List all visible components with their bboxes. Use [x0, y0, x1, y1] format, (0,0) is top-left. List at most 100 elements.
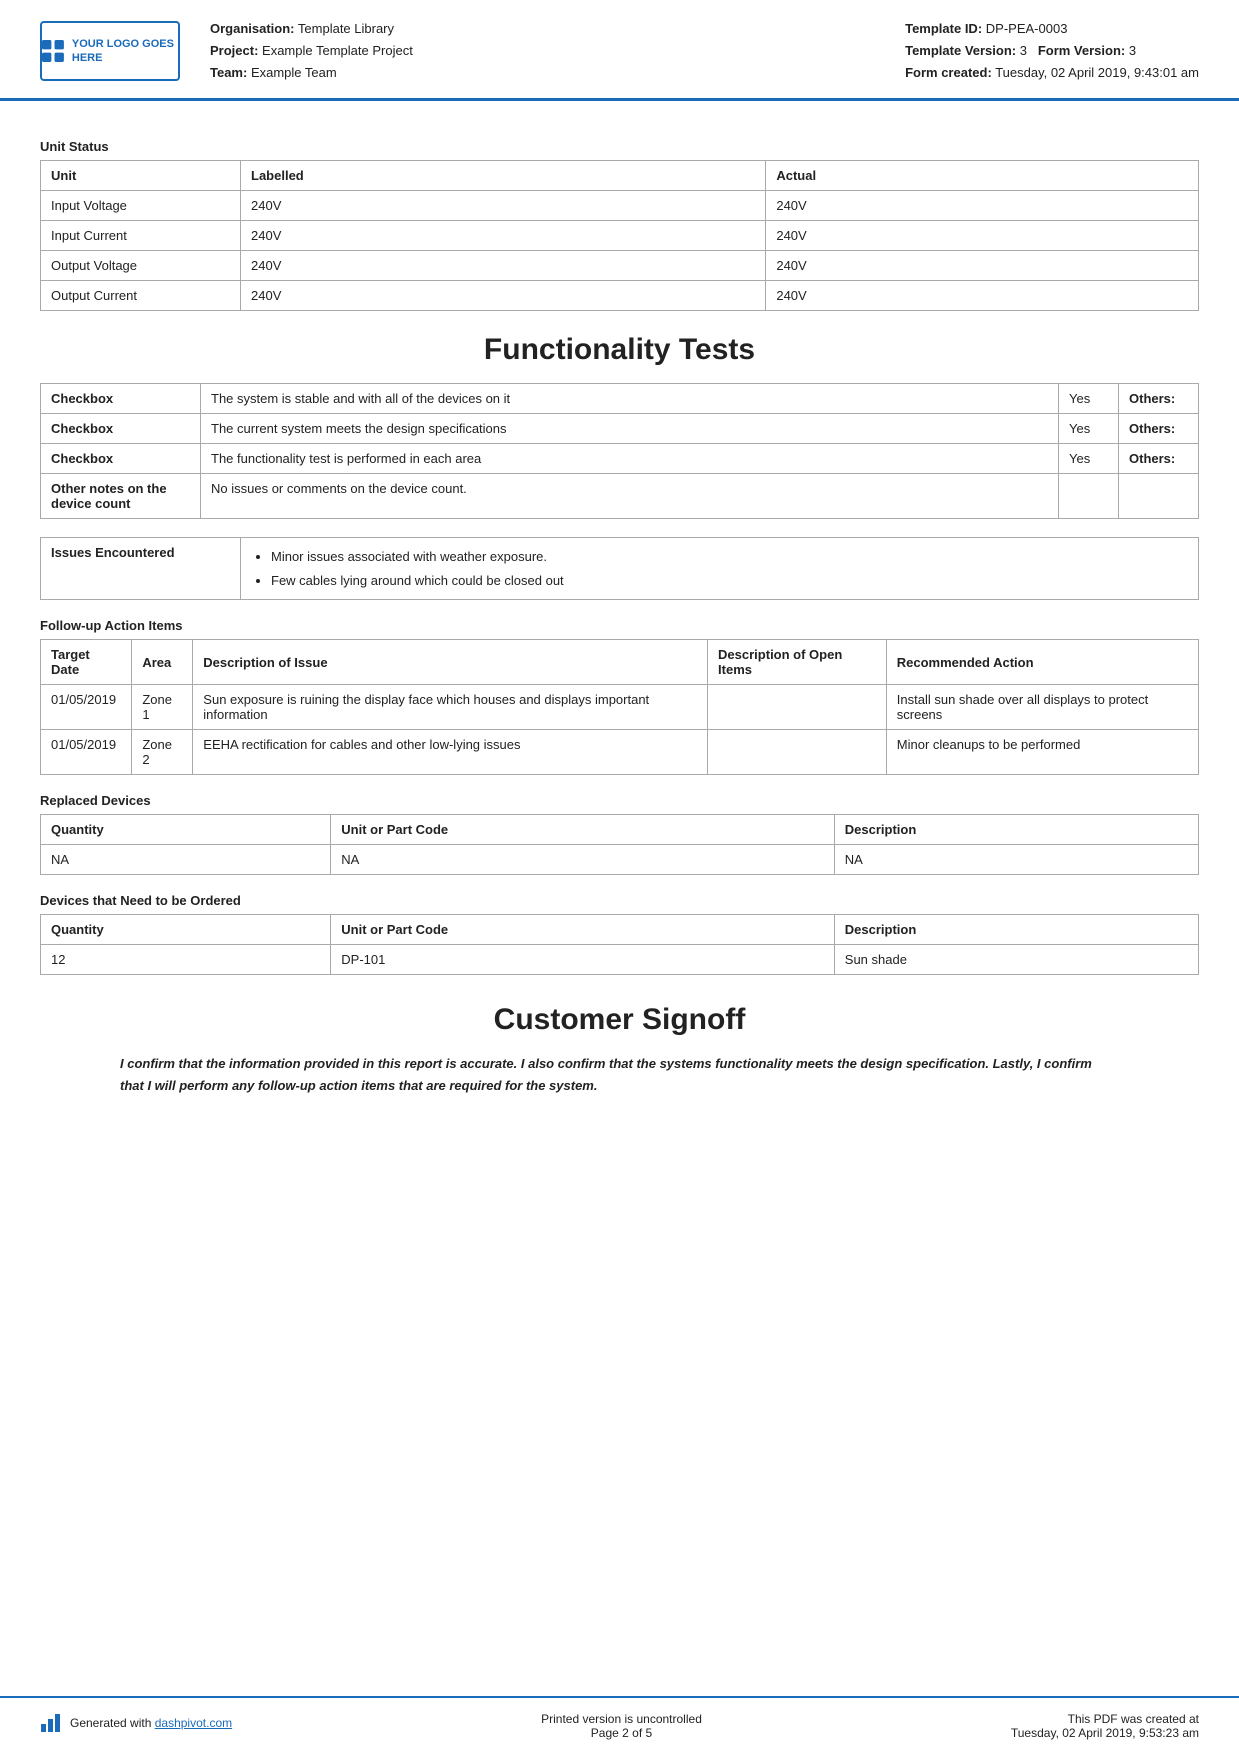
ordered-cell: DP-101 [331, 945, 835, 975]
followup-target_date: 01/05/2019 [41, 685, 132, 730]
labelled-col-header: Labelled [241, 161, 766, 191]
func-description: The system is stable and with all of the… [201, 384, 1059, 414]
ordered-header-row: Quantity Unit or Part Code Description [41, 915, 1199, 945]
logo-box: YOUR LOGO GOES HERE [40, 21, 180, 81]
followup-body: 01/05/2019Zone 1Sun exposure is ruining … [41, 685, 1199, 775]
ordered-devices-title: Devices that Need to be Ordered [40, 893, 1199, 908]
func-others [1119, 474, 1199, 519]
header-middle: Organisation: Template Library Project: … [210, 18, 905, 84]
pdf-label: This PDF was created at [1011, 1712, 1199, 1726]
followup-area: Zone 2 [132, 730, 193, 775]
logo-icon [42, 37, 64, 65]
footer: Generated with dashpivot.com Printed ver… [0, 1696, 1239, 1754]
func-value: Yes [1059, 444, 1119, 474]
issue-item: Minor issues associated with weather exp… [271, 545, 1188, 568]
replaced-devices-table: Quantity Unit or Part Code Description N… [40, 814, 1199, 875]
unit-status-cell: 240V [766, 251, 1199, 281]
followup-th-date: Target Date [41, 640, 132, 685]
generated-text: Generated with [70, 1716, 151, 1730]
dashpivot-link[interactable]: dashpivot.com [155, 1716, 232, 1730]
ordered-cell: Sun shade [834, 945, 1198, 975]
version-line: Template Version: 3 Form Version: 3 [905, 40, 1199, 62]
org-value: Template Library [298, 21, 394, 36]
followup-target_date: 01/05/2019 [41, 730, 132, 775]
func-description: No issues or comments on the device coun… [201, 474, 1059, 519]
replaced-row: NANANA [41, 845, 1199, 875]
ordered-th-desc: Description [834, 915, 1198, 945]
func-description: The functionality test is performed in e… [201, 444, 1059, 474]
page: YOUR LOGO GOES HERE Organisation: Templa… [0, 0, 1239, 1754]
template-id-label: Template ID: [905, 21, 982, 36]
func-description: The current system meets the design spec… [201, 414, 1059, 444]
footer-left: Generated with dashpivot.com [40, 1712, 232, 1734]
template-id-value: DP-PEA-0003 [986, 21, 1068, 36]
team-value: Example Team [251, 65, 337, 80]
unit-status-body: Input Voltage240V240VInput Current240V24… [41, 191, 1199, 311]
unit-status-cell: Input Voltage [41, 191, 241, 221]
uncontrolled-text: Printed version is uncontrolled [541, 1712, 702, 1726]
unit-status-row: Output Current240V240V [41, 281, 1199, 311]
func-body: CheckboxThe system is stable and with al… [41, 384, 1199, 519]
template-id-line: Template ID: DP-PEA-0003 [905, 18, 1199, 40]
ordered-row: 12DP-101Sun shade [41, 945, 1199, 975]
followup-th-desc: Description of Issue [193, 640, 708, 685]
footer-center: Printed version is uncontrolled Page 2 o… [541, 1712, 702, 1740]
issues-content: Minor issues associated with weather exp… [241, 538, 1199, 600]
unit-status-cell: Output Current [41, 281, 241, 311]
func-row: CheckboxThe system is stable and with al… [41, 384, 1199, 414]
issue-item: Few cables lying around which could be c… [271, 569, 1188, 592]
replaced-header-row: Quantity Unit or Part Code Description [41, 815, 1199, 845]
unit-status-cell: 240V [766, 281, 1199, 311]
replaced-th-qty: Quantity [41, 815, 331, 845]
followup-title: Follow-up Action Items [40, 618, 1199, 633]
unit-status-row: Output Voltage240V240V [41, 251, 1199, 281]
unit-status-cell: Output Voltage [41, 251, 241, 281]
replaced-th-code: Unit or Part Code [331, 815, 835, 845]
followup-table: Target Date Area Description of Issue De… [40, 639, 1199, 775]
issues-table: Issues Encountered Minor issues associat… [40, 537, 1199, 600]
ordered-devices-table: Quantity Unit or Part Code Description 1… [40, 914, 1199, 975]
followup-row: 01/05/2019Zone 2EEHA rectification for c… [41, 730, 1199, 775]
header: YOUR LOGO GOES HERE Organisation: Templa… [0, 0, 1239, 101]
dashpivot-icon [40, 1712, 62, 1734]
replaced-cell: NA [834, 845, 1198, 875]
form-version-label: Form Version: [1038, 43, 1125, 58]
signoff-heading: Customer Signoff [40, 1003, 1199, 1037]
func-others: Others: [1119, 444, 1199, 474]
ordered-cell: 12 [41, 945, 331, 975]
replaced-cell: NA [41, 845, 331, 875]
replaced-body: NANANA [41, 845, 1199, 875]
followup-open_items [708, 730, 887, 775]
unit-status-row: Input Current240V240V [41, 221, 1199, 251]
functionality-heading: Functionality Tests [40, 333, 1199, 367]
org-line: Organisation: Template Library [210, 18, 905, 40]
followup-th-rec: Recommended Action [886, 640, 1198, 685]
unit-status-cell: 240V [241, 221, 766, 251]
unit-col-header: Unit [41, 161, 241, 191]
func-row: CheckboxThe current system meets the des… [41, 414, 1199, 444]
form-created-line: Form created: Tuesday, 02 April 2019, 9:… [905, 62, 1199, 84]
org-label: Organisation: [210, 21, 295, 36]
replaced-devices-title: Replaced Devices [40, 793, 1199, 808]
followup-description: Sun exposure is ruining the display face… [193, 685, 708, 730]
unit-status-cell: 240V [241, 191, 766, 221]
unit-status-row: Input Voltage240V240V [41, 191, 1199, 221]
unit-status-cell: 240V [241, 281, 766, 311]
func-value: Yes [1059, 384, 1119, 414]
form-version-value: 3 [1129, 43, 1136, 58]
func-row: Other notes on the device countNo issues… [41, 474, 1199, 519]
func-label: Checkbox [41, 444, 201, 474]
unit-status-cell: 240V [766, 221, 1199, 251]
func-value: Yes [1059, 414, 1119, 444]
template-version-value: 3 [1020, 43, 1027, 58]
logo-text: YOUR LOGO GOES HERE [72, 37, 178, 66]
ordered-th-qty: Quantity [41, 915, 331, 945]
func-label: Other notes on the device count [41, 474, 201, 519]
issues-row: Issues Encountered Minor issues associat… [41, 538, 1199, 600]
replaced-th-desc: Description [834, 815, 1198, 845]
replaced-cell: NA [331, 845, 835, 875]
func-value [1059, 474, 1119, 519]
pdf-date: Tuesday, 02 April 2019, 9:53:23 am [1011, 1726, 1199, 1740]
footer-right: This PDF was created at Tuesday, 02 Apri… [1011, 1712, 1199, 1740]
page-number: Page 2 of 5 [541, 1726, 702, 1740]
